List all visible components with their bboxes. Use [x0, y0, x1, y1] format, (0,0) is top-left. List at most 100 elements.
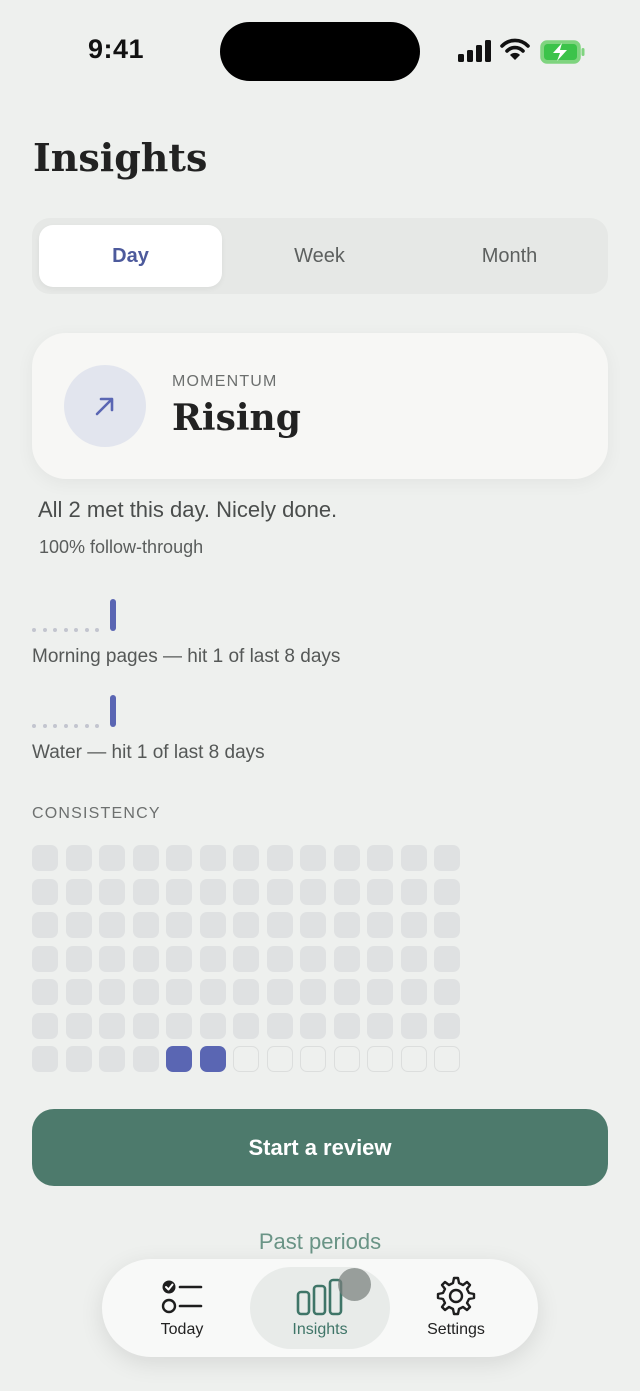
gear-icon: [436, 1276, 476, 1316]
consistency-cell: [199, 912, 226, 938]
consistency-cell: [333, 945, 360, 972]
consistency-cell: [266, 945, 293, 972]
habit-sparkline: [32, 695, 132, 731]
consistency-cell: [400, 1046, 427, 1072]
consistency-cell: [32, 845, 58, 871]
consistency-cell: [166, 912, 192, 938]
consistency-cell: [333, 1012, 360, 1039]
follow-through: 100% follow-through: [39, 537, 204, 557]
habit-label: Water — hit 1 of last 8 days: [32, 742, 265, 763]
consistency-cell: [434, 878, 460, 905]
consistency-cell: [99, 979, 125, 1005]
consistency-cell: [99, 878, 125, 905]
spark-dot-miss: [74, 724, 78, 728]
consistency-cell: [434, 1046, 460, 1072]
tabbar-today[interactable]: Today: [112, 1267, 252, 1349]
consistency-cell: [99, 912, 125, 938]
momentum-label: MOMENTUM: [172, 373, 278, 390]
habit-label: Morning pages — hit 1 of last 8 days: [32, 646, 341, 667]
consistency-cell: [300, 1012, 326, 1039]
consistency-cell: [434, 845, 460, 871]
consistency-cell: [132, 878, 159, 905]
status-bar: 9:41: [0, 0, 640, 100]
tab-week[interactable]: Week: [228, 225, 411, 287]
consistency-cell: [266, 979, 293, 1005]
spark-dot-miss: [53, 724, 57, 728]
tabbar-settings[interactable]: Settings: [386, 1267, 526, 1349]
tab-month[interactable]: Month: [418, 225, 601, 287]
consistency-cell: [233, 878, 259, 905]
spark-dot-miss: [84, 724, 89, 728]
consistency-cell: [199, 979, 226, 1005]
consistency-cell: [300, 979, 326, 1005]
past-periods-link[interactable]: Past periods: [0, 1229, 640, 1255]
consistency-cell: [300, 878, 326, 905]
consistency-cell: [99, 1046, 125, 1072]
consistency-cell: [166, 1012, 192, 1039]
consistency-cell: [32, 979, 58, 1005]
spark-bar-hit: [110, 599, 116, 631]
spark-dot-miss: [84, 628, 89, 632]
wifi-icon: [500, 38, 530, 60]
spark-dot-miss: [95, 724, 99, 728]
consistency-cell: [233, 945, 259, 972]
consistency-cell: [32, 945, 58, 972]
day-summary: All 2 met this day. Nicely done.: [38, 497, 338, 522]
dynamic-island: [220, 22, 420, 81]
period-segmented-control: Day Week Month: [32, 218, 608, 294]
consistency-cell: [99, 845, 125, 871]
checklist-icon: [161, 1280, 203, 1314]
consistency-cell: [434, 945, 460, 972]
consistency-cell: [99, 945, 125, 972]
consistency-cell: [434, 912, 460, 938]
consistency-cell: [32, 878, 58, 905]
consistency-cell: [166, 878, 192, 905]
consistency-cell: [400, 979, 427, 1005]
consistency-cell: [367, 979, 393, 1005]
consistency-cell: [65, 912, 92, 938]
consistency-cell: [199, 1046, 226, 1072]
tabbar-insights-label: Insights: [292, 1321, 348, 1338]
status-time: 9:41: [88, 34, 145, 64]
tabbar-today-label: Today: [160, 1321, 204, 1338]
consistency-cell: [166, 845, 192, 871]
consistency-cell: [333, 845, 360, 871]
spark-bar-hit: [110, 695, 116, 727]
consistency-cell: [99, 1012, 125, 1039]
consistency-cell: [367, 878, 393, 905]
consistency-cell: [132, 1046, 159, 1072]
tab-day[interactable]: Day: [39, 225, 222, 287]
consistency-cell: [233, 1012, 259, 1039]
consistency-cell: [400, 878, 427, 905]
consistency-cell: [199, 945, 226, 972]
arrow-up-right-icon: [95, 397, 114, 416]
start-review-label: Start a review: [248, 1134, 392, 1160]
consistency-cell: [199, 845, 226, 871]
consistency-cell: [65, 845, 92, 871]
consistency-cell: [132, 945, 159, 972]
spark-dot-miss: [95, 628, 99, 632]
consistency-cell: [32, 912, 58, 938]
consistency-cell: [132, 912, 159, 938]
consistency-cell: [400, 845, 427, 871]
start-review-button[interactable]: Start a review: [32, 1109, 608, 1186]
consistency-cell: [132, 979, 159, 1005]
habit-sparkline: [32, 599, 132, 635]
consistency-cell: [132, 845, 159, 871]
momentum-card: MOMENTUM Rising: [32, 333, 608, 479]
momentum-badge: [64, 365, 146, 447]
consistency-cell: [434, 979, 460, 1005]
consistency-cell: [300, 1046, 326, 1072]
consistency-cell: [166, 945, 192, 972]
consistency-cell: [233, 912, 259, 938]
tab-month-label: Month: [481, 244, 538, 267]
page-title: Insights: [33, 135, 208, 180]
consistency-cell: [233, 1046, 259, 1072]
signal-icon: [458, 40, 491, 62]
consistency-cell: [65, 945, 92, 972]
consistency-cell: [300, 845, 326, 871]
consistency-cell: [400, 1012, 427, 1039]
consistency-cell: [166, 1046, 192, 1072]
spark-dot-miss: [63, 628, 68, 632]
consistency-cell: [233, 979, 259, 1005]
